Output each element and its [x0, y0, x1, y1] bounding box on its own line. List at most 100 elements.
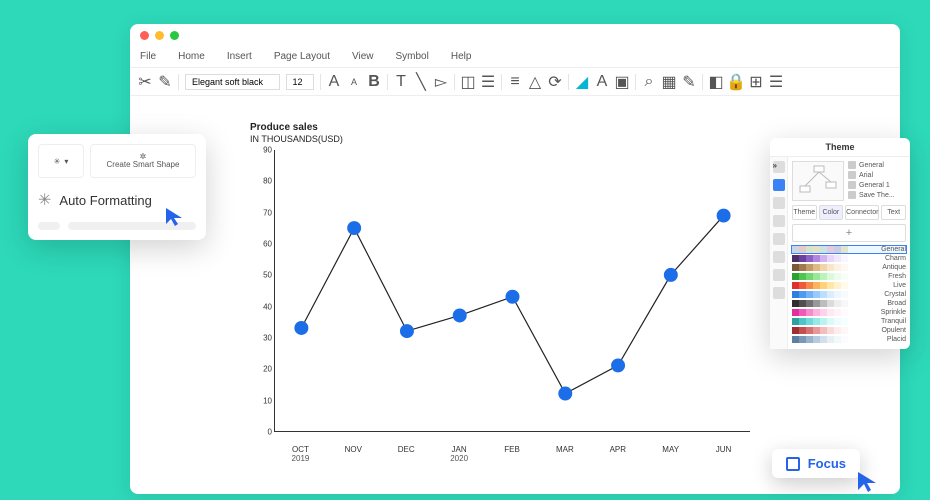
rail-item[interactable] [773, 197, 785, 209]
palette-row[interactable]: Broad [792, 300, 906, 307]
palette-row[interactable]: Sprinkle [792, 309, 906, 316]
cut-icon[interactable]: ✂ [138, 75, 152, 89]
maximize-icon[interactable] [170, 31, 179, 40]
tab-connector[interactable]: Connector [845, 205, 879, 220]
fill-icon[interactable]: ◢ [575, 75, 589, 89]
pointer-icon[interactable]: ▻ [434, 75, 448, 89]
data-point[interactable] [453, 309, 467, 323]
palette-row[interactable]: Placid [792, 336, 906, 343]
palette-row[interactable]: Charm [792, 255, 906, 262]
focus-button[interactable]: Focus [772, 449, 860, 478]
create-smart-shape-button[interactable]: ✲ Create Smart Shape [90, 144, 196, 178]
auto-layout-button[interactable]: ✳ ▾ [38, 144, 84, 178]
close-icon[interactable] [140, 31, 149, 40]
y-tick: 30 [263, 334, 272, 343]
palette-row[interactable]: Fresh [792, 273, 906, 280]
align-icon[interactable]: ≡ [508, 75, 522, 89]
data-point[interactable] [506, 290, 520, 304]
paintbrush-icon[interactable]: ✎ [158, 75, 172, 89]
data-point[interactable] [347, 221, 361, 235]
chart-body: 0102030405060708090 OCT2019NOVDECJAN2020… [250, 150, 750, 450]
auto-formatting-label[interactable]: Auto Formatting [59, 193, 152, 208]
data-point[interactable] [611, 358, 625, 372]
theme-panel-title: Theme [770, 138, 910, 157]
palette-row[interactable]: Opulent [792, 327, 906, 334]
palette-row[interactable]: Tranquil [792, 318, 906, 325]
menu-page-layout[interactable]: Page Layout [274, 51, 330, 62]
add-palette-button[interactable]: + [792, 224, 906, 242]
x-tick: APR [591, 446, 644, 464]
rail-item[interactable]: » [773, 161, 785, 173]
data-point[interactable] [400, 324, 414, 338]
menu-view[interactable]: View [352, 51, 374, 62]
data-point[interactable] [717, 209, 731, 223]
theme-preview[interactable] [792, 161, 844, 201]
menu-file[interactable]: File [140, 51, 156, 62]
font-size-select[interactable]: 12 [286, 74, 314, 90]
line-icon[interactable]: ╲ [414, 75, 428, 89]
tab-text[interactable]: Text [881, 205, 906, 220]
decrease-font-icon[interactable]: A [347, 75, 361, 89]
menu-icon[interactable]: ☰ [769, 75, 783, 89]
rail-item[interactable] [773, 215, 785, 227]
warning-icon[interactable]: △ [528, 75, 542, 89]
y-tick: 0 [268, 428, 272, 437]
cursor-icon [164, 206, 186, 228]
auto-format-popup: ✳ ▾ ✲ Create Smart Shape ✳ Auto Formatti… [28, 134, 206, 240]
rotate-icon[interactable]: ⟳ [548, 75, 562, 89]
font-family-select[interactable]: Elegant soft black [185, 74, 280, 90]
tab-color[interactable]: Color [819, 205, 844, 220]
cursor-icon [856, 470, 880, 494]
palette-row[interactable]: Crystal [792, 291, 906, 298]
rail-item[interactable] [773, 287, 785, 299]
x-tick: DEC [380, 446, 433, 464]
rail-item[interactable] [773, 179, 785, 191]
tab-theme[interactable]: Theme [792, 205, 817, 220]
chart-subtitle: IN THOUSANDS(USD) [250, 134, 780, 144]
titlebar [130, 24, 900, 46]
sparkle-icon: ✳ [38, 190, 51, 210]
search-icon[interactable]: ⌕ [642, 75, 656, 89]
text-icon[interactable]: T [394, 75, 408, 89]
theme-option[interactable]: Arial [848, 171, 906, 179]
focus-icon [786, 457, 800, 471]
y-tick: 80 [263, 177, 272, 186]
plot-area [274, 150, 750, 432]
y-axis: 0102030405060708090 [250, 150, 274, 432]
data-point[interactable] [664, 268, 678, 282]
y-tick: 70 [263, 208, 272, 217]
pen-icon[interactable]: ✎ [682, 75, 696, 89]
x-tick: NOV [327, 446, 380, 464]
grid-icon[interactable]: ▦ [662, 75, 676, 89]
palette-row[interactable]: General [792, 246, 906, 253]
rail-item[interactable] [773, 269, 785, 281]
palette-row[interactable]: Antique [792, 264, 906, 271]
theme-option[interactable]: Save The... [848, 191, 906, 199]
data-point[interactable] [558, 387, 572, 401]
menu-home[interactable]: Home [178, 51, 205, 62]
x-tick: OCT2019 [274, 446, 327, 464]
theme-icon[interactable]: ◧ [709, 75, 723, 89]
increase-font-icon[interactable]: A [327, 75, 341, 89]
theme-option[interactable]: General [848, 161, 906, 169]
minimize-icon[interactable] [155, 31, 164, 40]
crop-icon[interactable]: ▣ [615, 75, 629, 89]
theme-option[interactable]: General 1 [848, 181, 906, 189]
lock-icon[interactable]: 🔒 [729, 75, 743, 89]
slider-handle[interactable] [38, 222, 60, 230]
x-tick: MAR [538, 446, 591, 464]
palette-row[interactable]: Live [792, 282, 906, 289]
menu-insert[interactable]: Insert [227, 51, 252, 62]
menu-help[interactable]: Help [451, 51, 472, 62]
spacing-icon[interactable]: ☰ [481, 75, 495, 89]
rail-item[interactable] [773, 251, 785, 263]
font-color-icon[interactable]: A [595, 75, 609, 89]
rail-item[interactable] [773, 233, 785, 245]
layers-icon[interactable]: ◫ [461, 75, 475, 89]
data-point[interactable] [294, 321, 308, 335]
more-icon[interactable]: ⊞ [749, 75, 763, 89]
sparkle-icon: ✳ [54, 157, 61, 166]
menu-symbol[interactable]: Symbol [396, 51, 429, 62]
x-axis: OCT2019NOVDECJAN2020FEBMARAPRMAYJUN [274, 446, 750, 464]
bold-icon[interactable]: B [367, 75, 381, 89]
